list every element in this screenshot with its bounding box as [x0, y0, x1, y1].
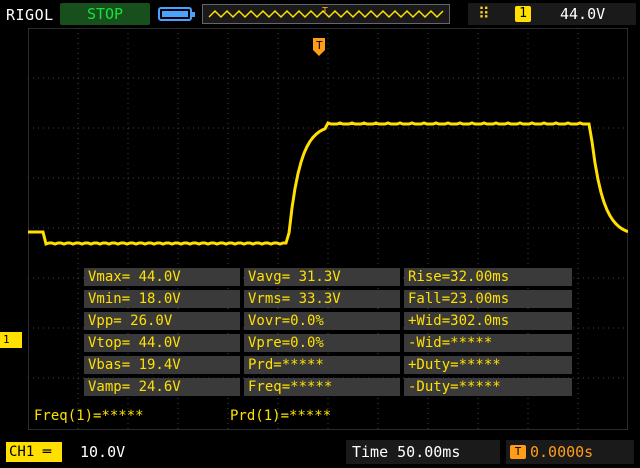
memory-waveform-icon: T [208, 6, 444, 19]
battery-icon [158, 7, 195, 21]
rising-edge-icon: ⠿ [478, 4, 490, 23]
measurement-item: +Duty=***** [404, 356, 572, 374]
svg-text:T: T [322, 6, 328, 17]
trigger-channel-badge: 1 [515, 6, 531, 22]
timebase-readout: Time 50.00ms [352, 443, 461, 461]
memory-waveform-strip: T [202, 4, 450, 24]
measurement-item: -Duty=***** [404, 378, 572, 396]
measurement-item: -Wid=***** [404, 334, 572, 352]
svg-text:T: T [316, 39, 323, 52]
ch1-vertical-scale: 10.0V [80, 443, 126, 461]
measurement-item: Vmin= 18.0V [84, 290, 240, 308]
measurement-item: Vtop= 44.0V [84, 334, 240, 352]
trigger-position-icon: T [510, 445, 526, 459]
ch1-offset-marker[interactable]: 1 [0, 332, 22, 348]
measurement-item: Vamp= 24.6V [84, 378, 240, 396]
measurement-item: Vbas= 19.4V [84, 356, 240, 374]
measurement-item: Vpp= 26.0V [84, 312, 240, 330]
trigger-offset-readout: 0.0000s [530, 443, 594, 461]
measurement-item: Prd=***** [244, 356, 400, 374]
brand-logo: RIGOL [6, 6, 54, 24]
trigger-panel[interactable] [468, 3, 636, 25]
measurement-item: Vavg= 31.3V [244, 268, 400, 286]
measurement-item: Fall=23.00ms [404, 290, 572, 308]
dc-coupling-icon: ═ [34, 444, 52, 460]
ch1-badge[interactable]: CH1 ═ [6, 442, 62, 462]
ch1-label: CH1 [9, 444, 35, 460]
period-counter: Prd(1)=***** [230, 408, 332, 424]
measurement-item: Vrms= 33.3V [244, 290, 400, 308]
freq-counter: Freq(1)=***** [34, 408, 144, 424]
measurement-item: Vovr=0.0% [244, 312, 400, 330]
run-stop-status[interactable]: STOP [60, 3, 150, 25]
measurement-item: Rise=32.00ms [404, 268, 572, 286]
measurement-item: Vpre=0.0% [244, 334, 400, 352]
measurement-item: Freq=***** [244, 378, 400, 396]
trigger-level: 44.0V [560, 5, 606, 23]
measurement-item: +Wid=302.0ms [404, 312, 572, 330]
measurement-item: Vmax= 44.0V [84, 268, 240, 286]
